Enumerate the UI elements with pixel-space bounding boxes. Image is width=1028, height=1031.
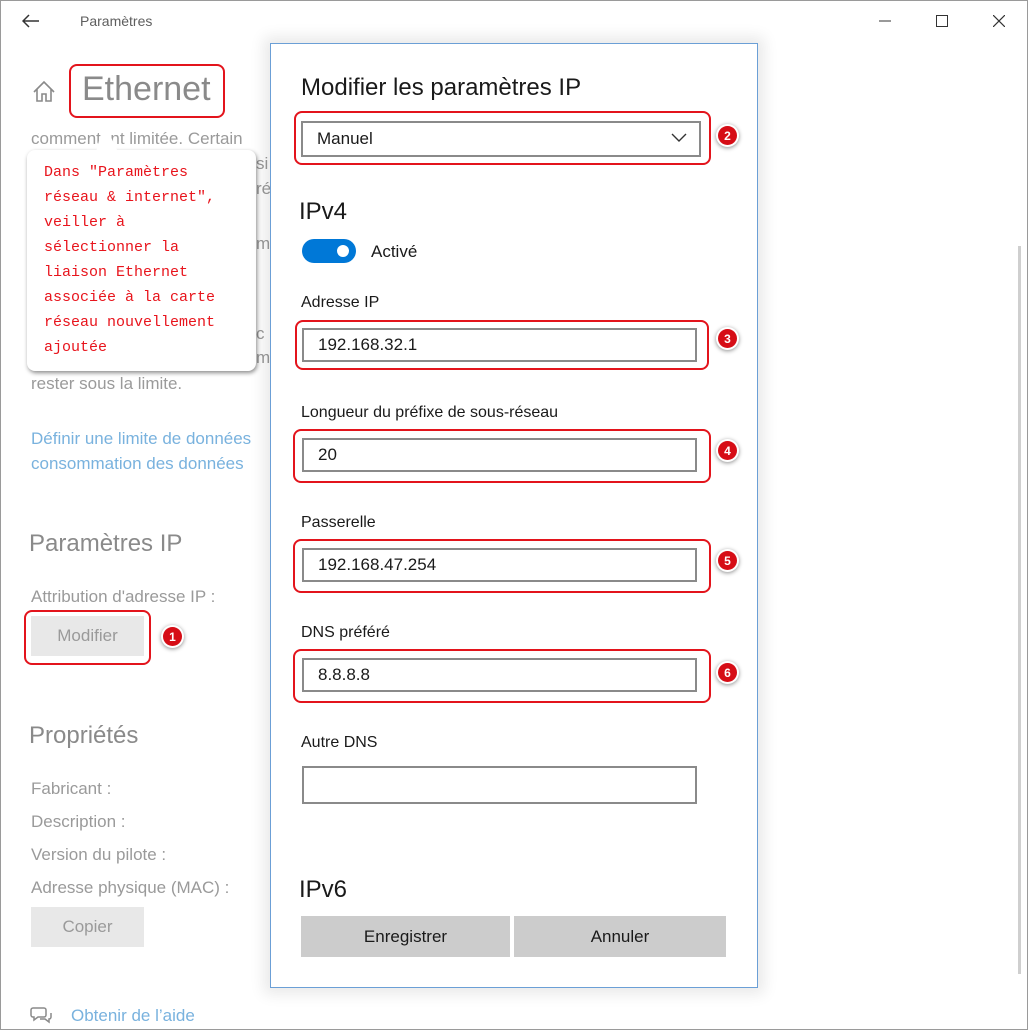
prefix-length-label: Longueur du préfixe de sous-réseau — [301, 404, 559, 421]
gateway-highlight-frame — [293, 539, 711, 593]
save-button[interactable]: Enregistrer — [301, 916, 510, 957]
partial-text-line: commentant limitée. Certain — [31, 129, 243, 148]
ip-settings-heading: Paramètres IP — [29, 530, 183, 557]
step-badge-1: 1 — [163, 627, 182, 646]
cancel-button[interactable]: Annuler — [514, 916, 726, 957]
ipv4-heading: IPv4 — [299, 198, 348, 225]
callout-pointer — [96, 122, 118, 152]
step-badge-5: 5 — [718, 551, 737, 570]
alternate-dns-label: Autre DNS — [301, 734, 378, 751]
alternate-dns-field[interactable] — [302, 766, 697, 804]
driver-version-label: Version du pilote : — [31, 845, 167, 864]
data-limit-link[interactable]: Définir une limite de données — [31, 429, 251, 449]
properties-heading: Propriétés — [29, 722, 139, 749]
step-badge-6: 6 — [718, 663, 737, 682]
help-chat-icon — [30, 1004, 52, 1031]
step-badge-2: 2 — [718, 126, 737, 145]
partial-text-line: si — [256, 154, 269, 173]
ipv4-toggle[interactable] — [302, 239, 356, 263]
dropdown-highlight-frame — [294, 111, 711, 165]
toggle-knob — [337, 245, 349, 257]
ip-highlight-frame — [295, 320, 709, 370]
prefix-highlight-frame — [293, 429, 711, 483]
annotation-callout: Dans "Paramètres réseau & internet", vei… — [27, 150, 256, 371]
ipv6-heading: IPv6 — [299, 876, 348, 903]
step-badge-4: 4 — [718, 441, 737, 460]
ipv4-toggle-label: Activé — [371, 242, 418, 261]
mac-address-label: Adresse physique (MAC) : — [31, 878, 230, 897]
callout-text: Dans "Paramètres réseau & internet", vei… — [44, 164, 216, 356]
manufacturer-label: Fabricant : — [31, 779, 112, 798]
dialog-title: Modifier les paramètres IP — [301, 74, 582, 101]
ip-assignment-label: Attribution d'adresse IP : — [31, 587, 216, 606]
get-help-link[interactable]: Obtenir de l’aide — [71, 1006, 195, 1026]
ip-settings-dialog: Modifier les paramètres IP Manuel IPv4 A… — [270, 43, 758, 988]
ip-address-label: Adresse IP — [301, 294, 380, 311]
title-highlight-frame — [69, 64, 225, 118]
gateway-label: Passerelle — [301, 514, 376, 531]
partial-text-line: c — [256, 324, 265, 343]
description-label: Description : — [31, 812, 126, 831]
modify-highlight-frame — [24, 610, 151, 665]
home-icon[interactable] — [31, 79, 57, 105]
preferred-dns-label: DNS préféré — [301, 624, 390, 641]
data-usage-link[interactable]: consommation des données — [31, 454, 244, 474]
dns-highlight-frame — [293, 649, 711, 703]
partial-text-line: ré — [256, 179, 272, 198]
step-badge-3: 3 — [718, 329, 737, 348]
copy-button[interactable]: Copier — [31, 907, 144, 947]
partial-text-line: m — [256, 234, 271, 253]
partial-text-line: rester sous la limite. — [31, 374, 183, 393]
